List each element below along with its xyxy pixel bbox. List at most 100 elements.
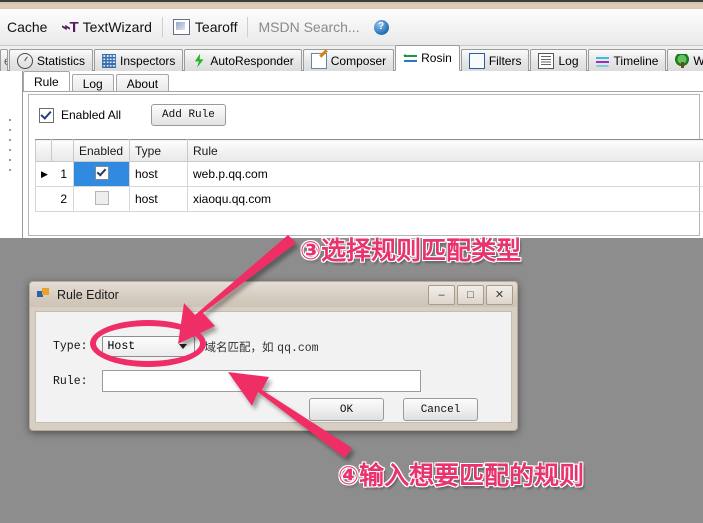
willow-icon	[675, 53, 690, 68]
tab-timeline[interactable]: Timeline	[587, 49, 667, 71]
log-icon	[538, 52, 555, 69]
subtab-about[interactable]: About	[115, 74, 170, 92]
row-enabled-cell[interactable]	[73, 161, 130, 187]
tab-composer[interactable]: Composer	[302, 49, 395, 71]
composer-icon	[310, 52, 327, 69]
subtab-label: About	[126, 76, 159, 91]
table-header-row: Enabled Type Rule	[35, 139, 703, 162]
row-enabled-cell[interactable]	[73, 186, 130, 212]
gutter-dots	[9, 111, 11, 171]
type-hint-example: qq.com	[277, 341, 319, 355]
row-type: host	[129, 161, 188, 187]
sub-tab-strip: Rule Log About	[23, 71, 171, 92]
type-label: Type:	[53, 340, 88, 353]
timeline-icon	[595, 54, 610, 68]
close-icon[interactable]: ✕	[486, 284, 513, 305]
tab-label: AutoResponder	[210, 53, 294, 68]
rule-field-row: Rule:	[53, 370, 421, 392]
toolbar-item-label: Tearoff	[194, 19, 238, 35]
tab-label: Filters	[488, 53, 522, 68]
subtab-rule[interactable]: Rule	[23, 71, 70, 92]
enabled-all-label: Enabled All	[61, 108, 122, 122]
maximize-icon[interactable]: □	[457, 284, 484, 305]
toolbar-item-label: Cache	[7, 19, 48, 35]
rule-groupbox: Enabled All Add Rule Enabled Type Rule ▶	[28, 94, 703, 236]
table-row[interactable]: ▶ 1 host web.p.qq.com	[35, 161, 703, 187]
rule-label: Rule:	[53, 374, 88, 388]
minimize-icon[interactable]: –	[428, 284, 455, 305]
tab-label: Log	[558, 53, 579, 68]
rule-input[interactable]	[101, 370, 421, 392]
anno-4: ④输入想要匹配的规则	[337, 461, 585, 491]
ok-button[interactable]: OK	[309, 398, 384, 421]
toolbar-item-textwizard[interactable]: ⌁T TextWizard	[54, 14, 158, 40]
main-tab-strip: e Statistics Inspectors AutoResponder Co…	[0, 45, 703, 71]
tab-rosin[interactable]: Rosin	[395, 45, 460, 71]
toolbar-item-label: TextWizard	[82, 19, 152, 35]
add-rule-button[interactable]: Add Rule	[151, 104, 226, 126]
tab-log[interactable]: Log	[530, 49, 587, 71]
toolbar-item-tearoff[interactable]: Tearoff	[166, 14, 245, 40]
window-top-border	[0, 0, 703, 2]
row-type: host	[129, 186, 188, 212]
sub-tab-underline	[23, 91, 703, 92]
table-row[interactable]: 2 host xiaoqu.qq.com	[35, 186, 703, 212]
toolbar-help-button[interactable]: ?	[367, 14, 396, 40]
col-header-marker[interactable]	[35, 139, 52, 162]
tab-label: Statistics	[37, 53, 86, 68]
subtab-label: Rule	[34, 74, 59, 89]
rosin-icon	[403, 51, 418, 65]
toolbar-item-msdn-search[interactable]: MSDN Search...	[251, 14, 366, 40]
enabled-all-checkbox[interactable]	[39, 107, 54, 123]
col-header-index[interactable]	[51, 139, 74, 162]
type-hint: 域名匹配，如 qq.com	[205, 339, 319, 355]
tab-label: Timeline	[613, 53, 659, 68]
col-header-enabled[interactable]: Enabled	[73, 139, 130, 162]
row-enabled-checkbox[interactable]	[94, 165, 109, 180]
tab-autoresponder[interactable]: AutoResponder	[184, 49, 302, 71]
tab-label: Willow	[693, 53, 703, 68]
help-icon: ?	[373, 19, 389, 35]
row-marker: ▶	[35, 161, 52, 187]
window-buttons: – □ ✕	[428, 284, 513, 305]
tab-partial-left[interactable]: e	[0, 49, 8, 71]
rule-toolbar: Enabled All Add Rule	[39, 104, 226, 126]
cancel-button[interactable]: Cancel	[403, 398, 478, 421]
col-header-type[interactable]: Type	[129, 139, 188, 162]
tab-filters[interactable]: Filters	[460, 49, 530, 71]
row-rule: web.p.qq.com	[187, 161, 703, 187]
dialog-buttons: OK Cancel	[309, 398, 478, 421]
toolbar-divider	[161, 17, 163, 37]
toolbar-item-cache[interactable]: Cache	[0, 14, 54, 40]
textwizard-icon: ⌁T	[61, 19, 78, 36]
tab-statistics[interactable]: Statistics	[9, 49, 94, 71]
tab-label: Inspectors	[120, 53, 176, 68]
col-header-rule[interactable]: Rule	[187, 139, 703, 162]
dialog-titlebar[interactable]: Rule Editor – □ ✕	[30, 282, 517, 307]
tab-label: Composer	[330, 53, 387, 68]
row-rule: xiaoqu.qq.com	[187, 186, 703, 212]
type-hint-text: 域名匹配，如	[204, 339, 274, 354]
rules-table: Enabled Type Rule ▶ 1 host web.p.qq.com	[35, 139, 703, 212]
dialog-title: Rule Editor	[57, 287, 119, 302]
left-gutter	[0, 71, 23, 238]
main-toolbar: Cache ⌁T TextWizard Tearoff MSDN Search.…	[0, 9, 703, 46]
anno-3: ③选择规则匹配类型	[299, 236, 522, 266]
row-index: 1	[51, 161, 74, 187]
autoresponder-icon	[194, 53, 204, 68]
filters-icon	[468, 52, 485, 69]
subtab-label: Log	[82, 76, 103, 91]
enabled-all-checkbox-wrap[interactable]: Enabled All	[39, 107, 122, 123]
toolbar-item-label: MSDN Search...	[258, 19, 360, 35]
tab-willow[interactable]: Willow	[667, 49, 703, 71]
toolbar-divider	[247, 17, 249, 37]
tab-inspectors[interactable]: Inspectors	[94, 49, 184, 71]
subtab-log[interactable]: Log	[71, 74, 114, 92]
row-enabled-checkbox[interactable]	[94, 190, 109, 205]
row-index: 2	[51, 186, 74, 212]
tab-label: Rosin	[421, 51, 452, 65]
window-top-edge	[0, 0, 703, 9]
application-icon	[37, 288, 50, 301]
tab-label: e	[4, 54, 7, 68]
statistics-icon	[17, 52, 33, 69]
